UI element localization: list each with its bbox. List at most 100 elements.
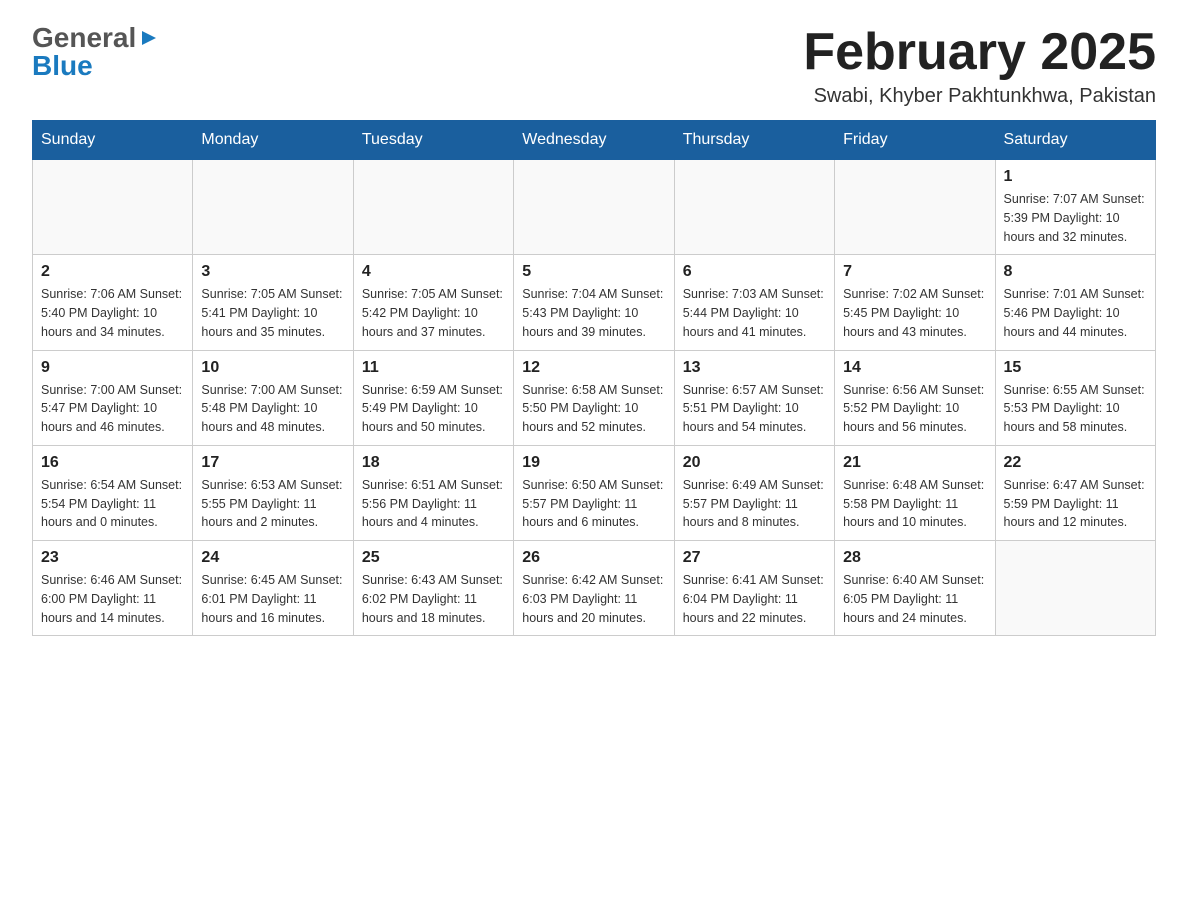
- day-number: 2: [41, 263, 184, 281]
- calendar-cell: 26 Sunrise: 6:42 AM Sunset: 6:03 PM Dayli…: [514, 541, 674, 636]
- calendar-week-2: 9 Sunrise: 7:00 AM Sunset: 5:47 PM Daylig…: [33, 350, 1156, 445]
- calendar-cell: 14 Sunrise: 6:56 AM Sunset: 5:52 PM Dayli…: [835, 350, 995, 445]
- day-number: 20: [683, 454, 826, 472]
- calendar-cell: 10 Sunrise: 7:00 AM Sunset: 5:48 PM Dayli…: [193, 350, 353, 445]
- calendar-cell: 24 Sunrise: 6:45 AM Sunset: 6:01 PM Dayli…: [193, 541, 353, 636]
- calendar-cell: [674, 160, 834, 255]
- calendar-cell: 16Sunrise: 6:54 AM Sunset: 5:54 PM Dayli…: [33, 445, 193, 540]
- day-number: 18: [362, 454, 505, 472]
- day-info: Sunrise: 7:01 AM Sunset: 5:46 PM Dayligh…: [1004, 285, 1147, 341]
- day-info: Sunrise: 7:00 AM Sunset: 5:47 PM Dayligh…: [41, 381, 184, 437]
- calendar-cell: 17 Sunrise: 6:53 AM Sunset: 5:55 PM Dayli…: [193, 445, 353, 540]
- location-text: Swabi, Khyber Pakhtunkhwa, Pakistan: [803, 85, 1156, 108]
- day-info: Sunrise: 6:53 AM Sunset: 5:55 PM Dayligh…: [201, 476, 344, 532]
- day-info: Sunrise: 7:04 AM Sunset: 5:43 PM Dayligh…: [522, 285, 665, 341]
- day-number: 7: [843, 263, 986, 281]
- day-number: 27: [683, 549, 826, 567]
- calendar-cell: 23Sunrise: 6:46 AM Sunset: 6:00 PM Dayli…: [33, 541, 193, 636]
- calendar-cell: 1Sunrise: 7:07 AM Sunset: 5:39 PM Daylig…: [995, 160, 1155, 255]
- calendar-week-1: 2 Sunrise: 7:06 AM Sunset: 5:40 PM Daylig…: [33, 255, 1156, 350]
- day-number: 14: [843, 359, 986, 377]
- day-number: 22: [1004, 454, 1147, 472]
- logo-general-text: General: [32, 24, 136, 52]
- day-number: 3: [201, 263, 344, 281]
- day-number: 13: [683, 359, 826, 377]
- calendar-week-4: 23Sunrise: 6:46 AM Sunset: 6:00 PM Dayli…: [33, 541, 1156, 636]
- day-info: Sunrise: 7:03 AM Sunset: 5:44 PM Dayligh…: [683, 285, 826, 341]
- day-number: 5: [522, 263, 665, 281]
- calendar-cell: 20 Sunrise: 6:49 AM Sunset: 5:57 PM Dayli…: [674, 445, 834, 540]
- day-number: 9: [41, 359, 184, 377]
- day-number: 4: [362, 263, 505, 281]
- calendar-cell: 4 Sunrise: 7:05 AM Sunset: 5:42 PM Daylig…: [353, 255, 513, 350]
- weekday-header-tuesday: Tuesday: [353, 121, 513, 160]
- calendar-cell: 22 Sunrise: 6:47 AM Sunset: 5:59 PM Dayli…: [995, 445, 1155, 540]
- calendar-cell: 21 Sunrise: 6:48 AM Sunset: 5:58 PM Dayli…: [835, 445, 995, 540]
- day-info: Sunrise: 6:49 AM Sunset: 5:57 PM Dayligh…: [683, 476, 826, 532]
- day-info: Sunrise: 6:56 AM Sunset: 5:52 PM Dayligh…: [843, 381, 986, 437]
- day-info: Sunrise: 6:57 AM Sunset: 5:51 PM Dayligh…: [683, 381, 826, 437]
- calendar-cell: 18 Sunrise: 6:51 AM Sunset: 5:56 PM Dayli…: [353, 445, 513, 540]
- day-number: 12: [522, 359, 665, 377]
- weekday-header-friday: Friday: [835, 121, 995, 160]
- calendar-cell: [514, 160, 674, 255]
- weekday-header-monday: Monday: [193, 121, 353, 160]
- day-number: 10: [201, 359, 344, 377]
- calendar-cell: [33, 160, 193, 255]
- calendar-cell: 28 Sunrise: 6:40 AM Sunset: 6:05 PM Dayli…: [835, 541, 995, 636]
- day-info: Sunrise: 6:54 AM Sunset: 5:54 PM Dayligh…: [41, 476, 184, 532]
- month-title: February 2025: [803, 24, 1156, 81]
- calendar-body: 1Sunrise: 7:07 AM Sunset: 5:39 PM Daylig…: [33, 160, 1156, 636]
- calendar-cell: 27 Sunrise: 6:41 AM Sunset: 6:04 PM Dayli…: [674, 541, 834, 636]
- day-number: 21: [843, 454, 986, 472]
- calendar-cell: 13 Sunrise: 6:57 AM Sunset: 5:51 PM Dayli…: [674, 350, 834, 445]
- weekday-row: SundayMondayTuesdayWednesdayThursdayFrid…: [33, 121, 1156, 160]
- calendar-table: SundayMondayTuesdayWednesdayThursdayFrid…: [32, 120, 1156, 636]
- weekday-header-wednesday: Wednesday: [514, 121, 674, 160]
- calendar-cell: 9 Sunrise: 7:00 AM Sunset: 5:47 PM Daylig…: [33, 350, 193, 445]
- day-info: Sunrise: 6:55 AM Sunset: 5:53 PM Dayligh…: [1004, 381, 1147, 437]
- day-number: 28: [843, 549, 986, 567]
- day-number: 6: [683, 263, 826, 281]
- day-info: Sunrise: 7:06 AM Sunset: 5:40 PM Dayligh…: [41, 285, 184, 341]
- calendar-cell: 5 Sunrise: 7:04 AM Sunset: 5:43 PM Daylig…: [514, 255, 674, 350]
- day-info: Sunrise: 7:05 AM Sunset: 5:42 PM Dayligh…: [362, 285, 505, 341]
- day-info: Sunrise: 6:42 AM Sunset: 6:03 PM Dayligh…: [522, 571, 665, 627]
- day-info: Sunrise: 7:00 AM Sunset: 5:48 PM Dayligh…: [201, 381, 344, 437]
- day-number: 15: [1004, 359, 1147, 377]
- page-header: General Blue February 2025 Swabi, Khyber…: [32, 24, 1156, 108]
- day-info: Sunrise: 6:51 AM Sunset: 5:56 PM Dayligh…: [362, 476, 505, 532]
- day-info: Sunrise: 6:43 AM Sunset: 6:02 PM Dayligh…: [362, 571, 505, 627]
- calendar-cell: [353, 160, 513, 255]
- logo: General Blue: [32, 24, 162, 80]
- calendar-cell: 7Sunrise: 7:02 AM Sunset: 5:45 PM Daylig…: [835, 255, 995, 350]
- calendar-week-0: 1Sunrise: 7:07 AM Sunset: 5:39 PM Daylig…: [33, 160, 1156, 255]
- day-number: 23: [41, 549, 184, 567]
- day-number: 26: [522, 549, 665, 567]
- day-info: Sunrise: 7:05 AM Sunset: 5:41 PM Dayligh…: [201, 285, 344, 341]
- calendar-cell: 15 Sunrise: 6:55 AM Sunset: 5:53 PM Dayli…: [995, 350, 1155, 445]
- calendar-week-3: 16Sunrise: 6:54 AM Sunset: 5:54 PM Dayli…: [33, 445, 1156, 540]
- weekday-header-sunday: Sunday: [33, 121, 193, 160]
- calendar-cell: 11 Sunrise: 6:59 AM Sunset: 5:49 PM Dayli…: [353, 350, 513, 445]
- day-number: 17: [201, 454, 344, 472]
- calendar-cell: 6 Sunrise: 7:03 AM Sunset: 5:44 PM Daylig…: [674, 255, 834, 350]
- day-info: Sunrise: 7:07 AM Sunset: 5:39 PM Dayligh…: [1004, 190, 1147, 246]
- weekday-header-thursday: Thursday: [674, 121, 834, 160]
- calendar-cell: [835, 160, 995, 255]
- calendar-header: SundayMondayTuesdayWednesdayThursdayFrid…: [33, 121, 1156, 160]
- day-info: Sunrise: 6:59 AM Sunset: 5:49 PM Dayligh…: [362, 381, 505, 437]
- day-info: Sunrise: 6:48 AM Sunset: 5:58 PM Dayligh…: [843, 476, 986, 532]
- day-number: 11: [362, 359, 505, 377]
- day-info: Sunrise: 6:47 AM Sunset: 5:59 PM Dayligh…: [1004, 476, 1147, 532]
- day-number: 24: [201, 549, 344, 567]
- logo-blue-text: Blue: [32, 52, 93, 80]
- day-info: Sunrise: 6:45 AM Sunset: 6:01 PM Dayligh…: [201, 571, 344, 627]
- logo-arrow-icon: [138, 27, 160, 49]
- day-info: Sunrise: 6:40 AM Sunset: 6:05 PM Dayligh…: [843, 571, 986, 627]
- calendar-cell: 3 Sunrise: 7:05 AM Sunset: 5:41 PM Daylig…: [193, 255, 353, 350]
- calendar-cell: 25 Sunrise: 6:43 AM Sunset: 6:02 PM Dayli…: [353, 541, 513, 636]
- calendar-cell: 12Sunrise: 6:58 AM Sunset: 5:50 PM Dayli…: [514, 350, 674, 445]
- day-info: Sunrise: 6:41 AM Sunset: 6:04 PM Dayligh…: [683, 571, 826, 627]
- day-number: 25: [362, 549, 505, 567]
